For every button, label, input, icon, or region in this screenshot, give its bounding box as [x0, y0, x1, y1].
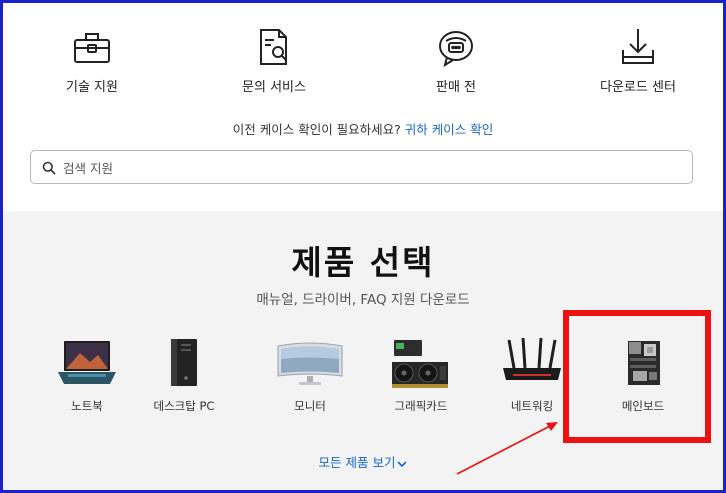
router-icon [503, 338, 561, 380]
download-icon [622, 29, 654, 64]
service-label: 문의 서비스 [242, 80, 306, 95]
laptop-icon [58, 341, 116, 384]
product-label: 모니터 [294, 399, 326, 413]
service-tech-support[interactable]: 기술 지원 [17, 25, 167, 95]
case-check-prompt: 이전 케이스 확인이 필요하세요? 귀하 케이스 확인 [3, 119, 723, 138]
desktop-tower-icon [171, 339, 197, 386]
service-download-center[interactable]: 다운로드 센터 [563, 25, 713, 95]
section-title: 제품 선택 [291, 243, 435, 282]
product-label: 데스크탑 PC [153, 399, 215, 413]
service-label: 판매 전 [435, 80, 476, 95]
monitor-icon [277, 342, 343, 385]
section-subtitle: 매뉴얼, 드라이버, FAQ 지원 다운로드 [256, 292, 470, 308]
highlight-box [563, 310, 711, 443]
product-laptop[interactable]: 노트북 [32, 338, 142, 414]
search-box[interactable] [30, 150, 693, 185]
view-all-products-link[interactable]: 모든 제품 보기 [3, 452, 723, 471]
toolbox-icon [74, 33, 110, 63]
chevron-down-icon [397, 460, 408, 467]
support-header: 기술 지원 문의 서비스 판매 전 다운로드 센터 이전 케이스 확인이 필요하… [3, 3, 723, 211]
search-icon [42, 161, 56, 175]
case-check-link[interactable]: 귀하 케이스 확인 [405, 122, 493, 137]
product-monitor[interactable]: 모니터 [255, 338, 365, 414]
view-all-label: 모든 제품 보기 [318, 455, 396, 470]
product-graphics-card[interactable]: 그래픽카드 [366, 338, 476, 414]
case-check-text: 이전 케이스 확인이 필요하세요? [232, 122, 401, 137]
service-pre-sales[interactable]: 판매 전 [381, 25, 531, 95]
service-inquiry[interactable]: 문의 서비스 [199, 25, 349, 95]
search-input[interactable] [61, 151, 665, 185]
document-search-icon [260, 29, 287, 65]
chat-bubble-icon [439, 31, 473, 68]
service-label: 다운로드 센터 [600, 80, 676, 95]
product-desktop[interactable]: 데스크탑 PC [129, 338, 239, 414]
service-label: 기술 지원 [66, 80, 118, 95]
product-label: 그래픽카드 [394, 399, 448, 413]
graphics-card-icon [392, 340, 448, 388]
product-label: 노트북 [71, 399, 103, 413]
